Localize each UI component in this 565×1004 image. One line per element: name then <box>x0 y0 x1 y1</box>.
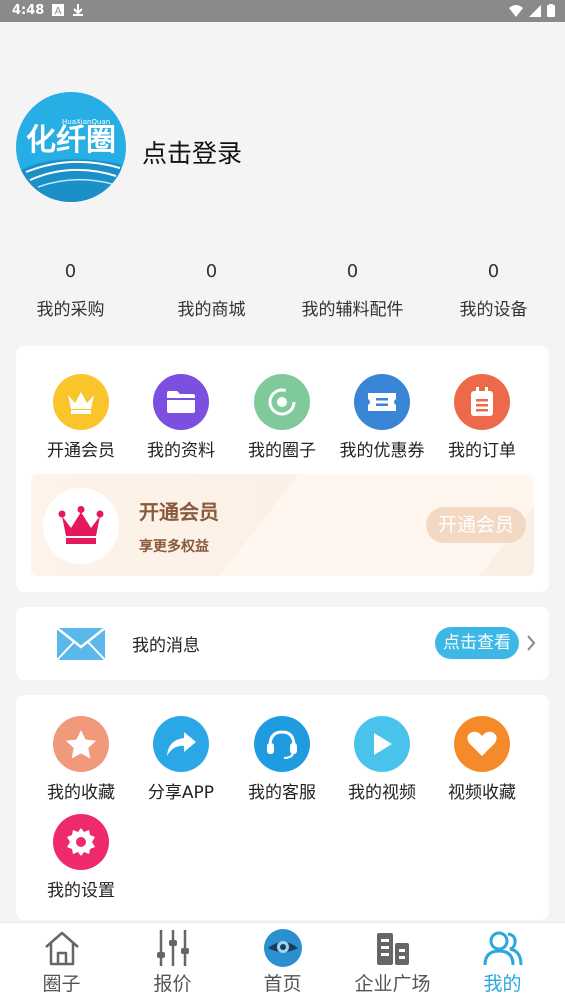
tab-mine[interactable]: 我的 <box>446 923 559 1004</box>
stat-label: 我的设备 <box>459 300 528 320</box>
service-settings[interactable]: 我的设置 <box>31 814 131 902</box>
menu-item-vip[interactable]: 开通会员 <box>31 374 131 462</box>
folder-icon <box>153 374 209 430</box>
vip-open-button[interactable]: 开通会员 <box>425 507 526 543</box>
menu-item-label: 开通会员 <box>47 441 115 461</box>
menu-item-label: 我的资料 <box>147 441 215 461</box>
login-link[interactable]: 点击登录 <box>142 134 242 170</box>
vip-banner[interactable]: 开通会员 享更多权益 开通会员 <box>31 474 534 576</box>
logo-text: 化纤圈 <box>26 123 116 158</box>
service-share[interactable]: 分享APP <box>131 716 231 804</box>
menu-item-coupon[interactable]: 我的优惠券 <box>332 374 432 462</box>
menu-item-label: 我的优惠券 <box>339 441 425 461</box>
menu-item-profile[interactable]: 我的资料 <box>131 374 231 462</box>
users-icon <box>482 927 524 969</box>
view-messages-button[interactable]: 点击查看 <box>435 627 519 659</box>
play-icon <box>354 716 410 772</box>
stat-count: 0 <box>64 261 77 282</box>
vip-crown-icon <box>43 488 119 564</box>
battery-icon <box>547 4 555 17</box>
crown-icon <box>53 374 109 430</box>
star-icon <box>53 716 109 772</box>
service-label: 我的客服 <box>248 783 316 803</box>
stat-count: 0 <box>346 261 359 282</box>
coupon-icon <box>354 374 410 430</box>
services-card: 我的收藏 分享APP 我的客服 我的视频 视频收藏 我的设置 <box>16 695 549 920</box>
menu-item-label: 我的圈子 <box>248 441 316 461</box>
buildings-icon <box>372 927 414 969</box>
stat-label: 我的商城 <box>177 300 246 320</box>
tab-label: 首页 <box>263 973 302 995</box>
status-right <box>509 4 555 17</box>
quick-menu-card: 开通会员 我的资料 我的圈子 我的优惠券 我的订单 开通会员 享更多权益 开通会… <box>16 346 549 592</box>
stat-purchase[interactable]: 0 我的采购 <box>0 258 141 322</box>
app-logo: 化纤圈 HuaXianQuan <box>16 92 126 202</box>
vip-subtitle: 享更多权益 <box>139 539 209 555</box>
tab-home[interactable]: 首页 <box>226 923 339 1004</box>
tab-label: 报价 <box>153 973 192 995</box>
bottom-tab-bar: 圈子 报价 首页 企业广场 我的 <box>0 922 565 1004</box>
svg-text:A: A <box>55 6 62 16</box>
stat-accessories[interactable]: 0 我的辅料配件 <box>282 258 423 322</box>
eye-icon <box>262 927 304 969</box>
stats-row: 0 我的采购 0 我的商城 0 我的辅料配件 0 我的设备 <box>0 258 565 328</box>
heart-icon <box>454 716 510 772</box>
menu-item-circle[interactable]: 我的圈子 <box>232 374 332 462</box>
service-video-favorites[interactable]: 视频收藏 <box>432 716 532 804</box>
home-icon <box>41 927 83 969</box>
tab-label: 圈子 <box>42 973 81 995</box>
wifi-icon <box>509 4 523 17</box>
share-icon <box>153 716 209 772</box>
service-label: 分享APP <box>147 783 215 803</box>
status-bar: 4:48 A <box>0 0 565 22</box>
settings-icon <box>53 814 109 870</box>
stat-label: 我的采购 <box>36 300 105 320</box>
signal-icon <box>529 4 541 17</box>
tab-label: 企业广场 <box>354 973 431 995</box>
stat-label: 我的辅料配件 <box>301 300 404 320</box>
order-icon <box>454 374 510 430</box>
menu-item-orders[interactable]: 我的订单 <box>432 374 532 462</box>
tab-circle[interactable]: 圈子 <box>5 923 118 1004</box>
stat-mall[interactable]: 0 我的商城 <box>141 258 282 322</box>
menu-item-label: 我的订单 <box>448 441 516 461</box>
download-icon <box>73 4 83 16</box>
service-label: 我的设置 <box>47 881 115 901</box>
service-videos[interactable]: 我的视频 <box>332 716 432 804</box>
messages-card[interactable]: 我的消息 点击查看 <box>16 607 549 680</box>
status-time: 4:48 <box>12 3 45 18</box>
stat-equipment[interactable]: 0 我的设备 <box>423 258 564 322</box>
service-label: 我的视频 <box>348 783 416 803</box>
logo-subtext: HuaXianQuan <box>62 118 110 126</box>
chevron-right-icon[interactable] <box>525 633 537 653</box>
mail-icon <box>56 627 106 661</box>
tab-quotes[interactable]: 报价 <box>116 923 229 1004</box>
service-support[interactable]: 我的客服 <box>232 716 332 804</box>
stat-count: 0 <box>487 261 500 282</box>
service-favorites[interactable]: 我的收藏 <box>31 716 131 804</box>
tab-label: 我的 <box>483 973 522 995</box>
notification-a-icon: A <box>52 4 64 16</box>
stat-count: 0 <box>205 261 218 282</box>
sliders-icon <box>152 927 194 969</box>
tab-enterprise[interactable]: 企业广场 <box>336 923 449 1004</box>
messages-label: 我的消息 <box>132 636 200 656</box>
circle-icon <box>254 374 310 430</box>
service-label: 视频收藏 <box>448 783 516 803</box>
headset-icon <box>254 716 310 772</box>
vip-title: 开通会员 <box>139 500 219 524</box>
profile-header: 化纤圈 HuaXianQuan 点击登录 <box>16 92 556 202</box>
service-label: 我的收藏 <box>47 783 115 803</box>
